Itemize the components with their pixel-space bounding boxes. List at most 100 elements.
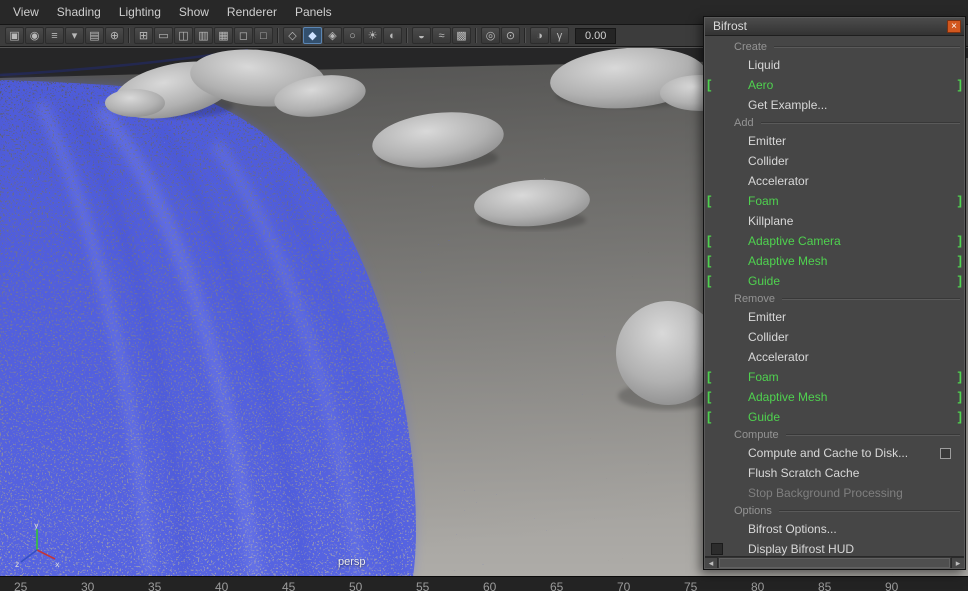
menu-item-label: Display Bifrost HUD (748, 542, 854, 556)
camera-attributes-icon[interactable]: ≡ (45, 27, 64, 44)
menu-item-display-bifrost-hud[interactable]: Display Bifrost HUD (704, 539, 965, 556)
gamma-icon[interactable]: γ (550, 27, 569, 44)
menu-item-bifrost-options[interactable]: Bifrost Options... (704, 519, 965, 539)
menu-item-killplane[interactable]: Killplane (704, 211, 965, 231)
menu-item-label: Adaptive Mesh (748, 254, 827, 268)
option-bracket-left: [ (707, 369, 711, 384)
section-divider (761, 122, 960, 124)
menu-shading[interactable]: Shading (48, 1, 110, 23)
timeline-tick: 70 (617, 580, 630, 591)
option-bracket-right: ] (958, 409, 962, 424)
menu-item-flush-scratch-cache[interactable]: Flush Scratch Cache (704, 463, 965, 483)
menu-item-foam[interactable]: [Foam] (704, 367, 965, 387)
exposure-value-field[interactable]: 0.00 (575, 28, 616, 44)
timeline-tick: 65 (550, 580, 563, 591)
menu-item-emitter[interactable]: Emitter (704, 307, 965, 327)
menu-item-label: Compute and Cache to Disk... (748, 446, 908, 460)
option-bracket-right: ] (958, 369, 962, 384)
menu-item-foam[interactable]: [Foam] (704, 191, 965, 211)
safe-action-icon[interactable]: ◻ (234, 27, 253, 44)
bookmarks-icon[interactable]: ▾ (65, 27, 84, 44)
scrollbar-track[interactable] (718, 557, 951, 569)
menu-item-emitter[interactable]: Emitter (704, 131, 965, 151)
film-gate-icon[interactable]: ▭ (154, 27, 173, 44)
time-slider[interactable]: 2530354045505560657075808590 (0, 576, 968, 591)
section-header-remove: Remove (704, 291, 965, 307)
close-icon[interactable]: × (947, 20, 961, 33)
exposure-icon[interactable]: ◑ (530, 27, 549, 44)
section-divider (774, 46, 960, 48)
toolbar-separator (128, 28, 130, 43)
pan-zoom-icon[interactable]: ⊕ (105, 27, 124, 44)
menu-item-get-example[interactable]: Get Example... (704, 95, 965, 115)
toolbar-separator (475, 28, 477, 43)
bifrost-title-bar[interactable]: Bifrost × (704, 17, 965, 36)
menu-item-guide[interactable]: [ Guide] (704, 271, 965, 291)
lock-camera-icon[interactable]: ◉ (25, 27, 44, 44)
xray-icon[interactable]: ⊙ (501, 27, 520, 44)
menu-item-label: Emitter (748, 134, 786, 148)
option-bracket-right: ] (958, 253, 962, 268)
select-camera-icon[interactable]: ▣ (5, 27, 24, 44)
menu-view[interactable]: View (4, 1, 48, 23)
field-chart-icon[interactable]: ▦ (214, 27, 233, 44)
menu-show[interactable]: Show (170, 1, 218, 23)
section-label: Create (734, 41, 767, 53)
menu-item-adaptive-mesh[interactable]: [ Adaptive Mesh] (704, 251, 965, 271)
menu-item-accelerator[interactable]: Accelerator (704, 171, 965, 191)
section-label: Add (734, 117, 754, 129)
option-bracket-left: [ (707, 273, 711, 288)
motion-blur-icon[interactable]: ≈ (432, 27, 451, 44)
lighting-icon[interactable]: ☀ (363, 27, 382, 44)
resolution-gate-icon[interactable]: ◫ (174, 27, 193, 44)
menu-panels[interactable]: Panels (286, 1, 341, 23)
menu-renderer[interactable]: Renderer (218, 1, 286, 23)
axis-x-label: x (55, 560, 60, 568)
menu-item-collider[interactable]: Collider (704, 327, 965, 347)
safe-title-icon[interactable]: □ (254, 27, 273, 44)
menu-item-guide[interactable]: [Guide] (704, 407, 965, 427)
hud-checkbox[interactable] (711, 543, 723, 555)
isolate-select-icon[interactable]: ◎ (481, 27, 500, 44)
scrollbar-thumb[interactable] (719, 558, 950, 568)
option-bracket-right: ] (958, 193, 962, 208)
menu-item-label: Collider (748, 154, 789, 168)
menu-item-adaptive-mesh[interactable]: [Adaptive Mesh] (704, 387, 965, 407)
timeline-tick: 45 (282, 580, 295, 591)
option-bracket-right: ] (958, 273, 962, 288)
scroll-left-icon[interactable]: ◂ (704, 557, 718, 569)
cache-to-disk-checkbox[interactable] (940, 448, 951, 459)
axis-orientation-gizmo: y x z (14, 522, 60, 568)
timeline-tick: 40 (215, 580, 228, 591)
menu-item-label: Stop Background Processing (748, 486, 903, 500)
gate-mask-icon[interactable]: ▥ (194, 27, 213, 44)
timeline-tick: 30 (81, 580, 94, 591)
menu-item-aero[interactable]: [Aero] (704, 75, 965, 95)
option-bracket-left: [ (707, 253, 711, 268)
smooth-shade-icon[interactable]: ◆ (303, 27, 322, 44)
textured-icon[interactable]: ◈ (323, 27, 342, 44)
menu-item-adaptive-camera[interactable]: [Adaptive Camera] (704, 231, 965, 251)
menu-item-accelerator[interactable]: Accelerator (704, 347, 965, 367)
camera-name-label: persp (338, 556, 366, 568)
scroll-right-icon[interactable]: ▸ (951, 557, 965, 569)
use-default-material-icon[interactable]: ○ (343, 27, 362, 44)
image-plane-icon[interactable]: ▤ (85, 27, 104, 44)
occlusion-icon[interactable]: ◒ (412, 27, 431, 44)
anti-alias-icon[interactable]: ▩ (452, 27, 471, 44)
menu-item-stop-background-processing: Stop Background Processing (704, 483, 965, 503)
menu-item-collider[interactable]: Collider (704, 151, 965, 171)
option-bracket-right: ] (958, 77, 962, 92)
menu-lighting[interactable]: Lighting (110, 1, 170, 23)
timeline-tick: 55 (416, 580, 429, 591)
menu-item-label: Guide (748, 274, 780, 288)
menu-item-compute-and-cache-to-disk[interactable]: Compute and Cache to Disk... (704, 443, 965, 463)
grid-icon[interactable]: ⊞ (134, 27, 153, 44)
wireframe-icon[interactable]: ◇ (283, 27, 302, 44)
menu-item-liquid[interactable]: Liquid (704, 55, 965, 75)
menu-item-label: Accelerator (748, 174, 809, 188)
timeline-tick: 85 (818, 580, 831, 591)
menu-item-label: Accelerator (748, 350, 809, 364)
bifrost-horizontal-scrollbar[interactable]: ◂ ▸ (704, 556, 965, 569)
shadows-icon[interactable]: ◐ (383, 27, 402, 44)
